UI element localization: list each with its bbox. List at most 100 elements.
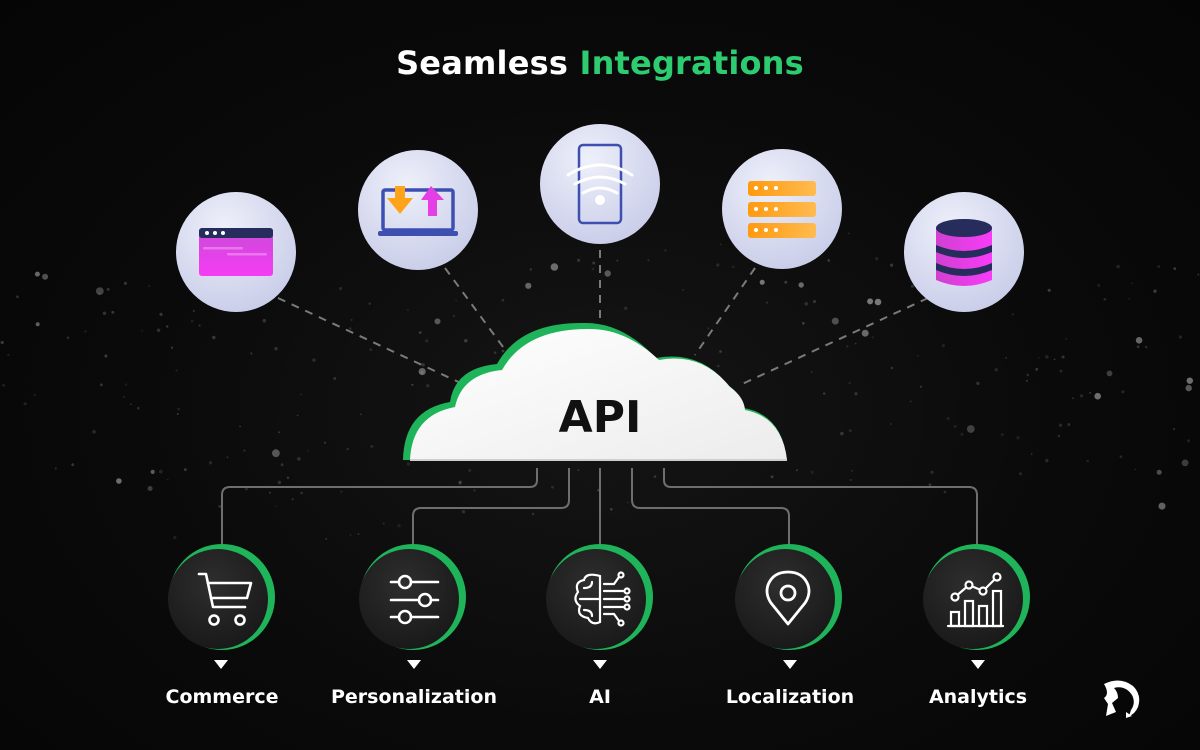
chevron-down-icon [407,660,421,669]
particle [827,259,830,262]
particle [333,377,337,380]
particle [147,486,153,491]
particle [170,346,174,349]
particle [116,478,122,484]
particle [1059,369,1063,373]
top-node-web-app[interactable] [176,192,296,312]
particle [166,478,169,481]
connector-web-app [277,297,466,386]
bottom-node-commerce[interactable] [168,544,275,650]
particle [1079,394,1084,398]
particle [130,403,132,406]
node-circle [923,549,1023,649]
particle [531,512,535,516]
particle [272,449,280,458]
particle [176,413,179,415]
particle [1103,298,1107,301]
particle [473,489,476,492]
chevron-down-icon [214,660,228,669]
particle [426,384,430,388]
particle [1045,459,1049,463]
particle [339,287,343,290]
pointer-triangles [214,660,985,669]
particle [34,271,40,277]
particle [716,263,720,267]
particle [104,354,108,358]
particle [592,261,596,265]
top-node-server[interactable] [722,149,842,269]
particle [941,344,946,348]
label-analytics: Analytics [928,686,1028,708]
particle [370,445,374,448]
bottom-node-personalization[interactable] [359,544,466,650]
particle [861,329,869,337]
particle [421,363,425,367]
particle [1005,356,1008,360]
particle [647,259,650,262]
particle [218,505,222,508]
particle [350,319,353,321]
particle [1185,384,1192,392]
particle [1061,355,1065,359]
bottom-node-localization[interactable] [735,544,842,650]
particle [1045,355,1049,359]
particle [1158,502,1166,510]
particle [274,347,278,351]
connector-commerce [221,468,538,545]
database-icon [936,219,992,286]
particle [591,267,595,271]
connector-analytics [663,468,978,545]
bottom-node-ai[interactable] [546,544,653,650]
particle [1197,273,1200,276]
particle [1097,283,1101,287]
particle [106,287,110,291]
particle [382,522,385,525]
label-commerce: Commerce [165,686,279,708]
top-node-database[interactable] [904,192,1024,312]
particle [851,469,853,472]
particle [35,322,40,327]
particle [123,281,127,285]
particle [875,257,879,261]
particle [840,431,844,436]
particle [664,249,667,252]
particle [455,299,458,302]
particle [994,368,998,372]
particle [1026,373,1030,377]
particle [849,478,852,482]
particle [159,312,163,316]
particle [100,383,103,387]
particle [239,425,241,428]
particle [798,282,804,288]
particle [268,491,271,494]
particle [577,258,581,262]
particle [501,349,505,353]
particle [770,475,774,479]
particle [141,329,144,332]
particle [1035,367,1039,371]
particle [759,279,765,285]
server-rack-icon [748,181,816,238]
particle [1173,428,1176,430]
particle [1016,436,1020,440]
particle [296,414,299,417]
top-node-data-transfer[interactable] [358,150,478,270]
title-accent: Integrations [579,44,804,82]
particle [610,508,613,511]
particle [890,423,893,425]
bottom-connectors [221,468,978,545]
particle [1094,392,1101,400]
particle [812,299,817,304]
particle [720,243,722,246]
particle [848,382,851,385]
particle [930,470,934,474]
particle [626,501,629,504]
top-node-mobile[interactable] [540,124,660,244]
particle [1178,335,1182,339]
particle [275,505,277,507]
particle [418,368,426,376]
node-circle [540,124,660,244]
particle [1086,459,1089,463]
particle [1000,433,1004,436]
bottom-node-analytics[interactable] [923,544,1030,650]
